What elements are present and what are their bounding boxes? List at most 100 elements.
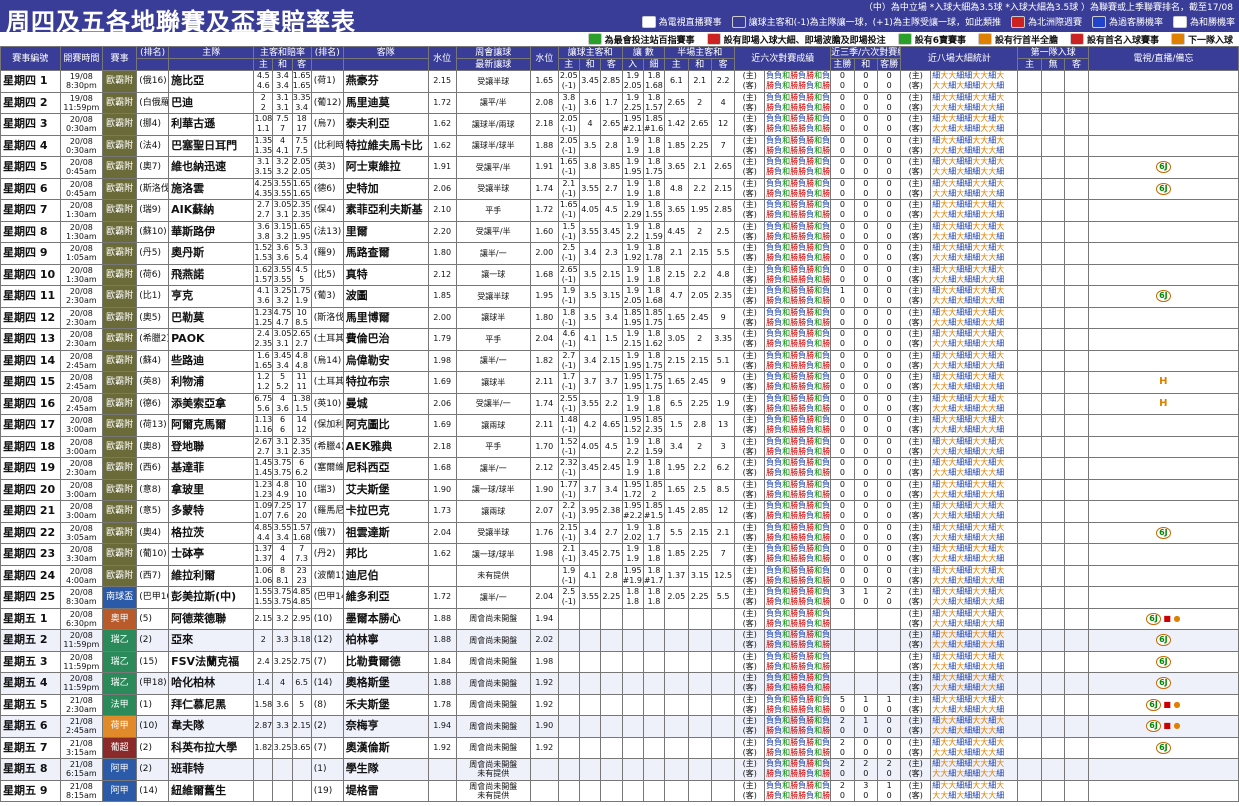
ou-form: 細大大細細大大細大 大大細大細細大大細 xyxy=(930,349,1019,372)
away-team: 特拉維夫馬卡比 xyxy=(342,134,429,157)
handicap: 周會尚未開盤 xyxy=(455,736,531,759)
match-no: 星期四 1 xyxy=(0,70,61,93)
ou-form: 細大大細細大大細大 大大細大細細大大細 xyxy=(930,91,1019,114)
away-rank: (塞爾維亞1) xyxy=(310,457,344,480)
ht-draw: 2.25 xyxy=(687,392,712,415)
ou-under: 1.8 1.8 xyxy=(642,177,666,200)
match-no: 星期四 20 xyxy=(0,478,61,501)
ht-draw: 2.05 xyxy=(687,285,712,308)
header-note: （中）為中立場 *入球大細為3.5球 *入球大細為3.5球 ）為聯賽或上季聯賽排… xyxy=(863,3,1233,13)
away-team: 波圖 xyxy=(342,285,429,308)
ou-side: (主) (客) xyxy=(900,672,932,695)
first-none xyxy=(1040,70,1066,93)
ou-under: 1.75 1.75 xyxy=(642,371,666,394)
first-none xyxy=(1040,629,1066,652)
first-away xyxy=(1064,543,1089,566)
recent-form: 負負和勝負勝和負負和勝勝負和勝勝負和勝負和負 xyxy=(764,134,832,157)
first-home xyxy=(1017,543,1042,566)
odds-draw: 66 xyxy=(272,414,293,437)
ou-form: 細大大細細大大細大 大大細大細細大大細 xyxy=(930,156,1019,179)
hx-home xyxy=(557,650,580,673)
ht-home xyxy=(664,629,689,652)
away-team: 奧漢倫斯 xyxy=(342,736,429,759)
recent-side: (主) (客) xyxy=(734,672,766,695)
odds-draw: 3.25 xyxy=(272,650,293,673)
stat-draw: 00 xyxy=(853,156,878,179)
ou-side: (主) (客) xyxy=(900,306,932,329)
away-rank: (保4) xyxy=(310,199,344,222)
ou-under: 1.85#1.59 xyxy=(642,500,666,523)
handicap: 讓半/一 xyxy=(455,586,531,609)
first-none xyxy=(1040,349,1066,372)
handicap: 受讓半/一 xyxy=(455,392,531,415)
ou-over: 1.9 2.2 xyxy=(621,220,644,243)
first-away xyxy=(1064,263,1089,286)
hx-home: 2.15 (-1) xyxy=(557,521,580,544)
legend-swatch-icon xyxy=(897,33,912,45)
hx-draw xyxy=(578,779,602,802)
first-home xyxy=(1017,779,1042,802)
recent-side: (主) (客) xyxy=(734,521,766,544)
away-team: AEK雅典 xyxy=(342,435,429,458)
home-rank: (西6) xyxy=(136,457,170,480)
ou-side: (主) (客) xyxy=(900,349,932,372)
ht-home xyxy=(664,672,689,695)
water-home xyxy=(427,564,457,587)
first-home xyxy=(1017,500,1042,523)
kickoff-time: 20/08 3:00am xyxy=(59,414,104,437)
home-rank: (俄16) xyxy=(136,70,170,93)
hx-away: 2.75 xyxy=(600,543,623,566)
home-team: 利華古遜 xyxy=(168,113,255,136)
first-home xyxy=(1017,457,1042,480)
live-icon: 6J xyxy=(1156,677,1171,690)
ht-home: 2.05 xyxy=(664,586,689,609)
hx-home: 1.48 (-1) xyxy=(557,414,580,437)
ou-side: (主) (客) xyxy=(900,758,932,781)
ht-draw xyxy=(687,779,712,802)
first-none xyxy=(1040,500,1066,523)
recent-side: (主) (客) xyxy=(734,285,766,308)
stat-home: 00 xyxy=(830,349,855,372)
table-row: 星期四 13 20/08 2:30am 歐霸附 (希臘2) PAOK 2.4 2.35 3.05… xyxy=(0,328,1239,351)
odds-draw: 3.6 3.6 xyxy=(272,242,293,265)
ou-side: (主) (客) xyxy=(900,629,932,652)
ht-away xyxy=(710,779,736,802)
home-rank: (奧4) xyxy=(136,521,170,544)
odds-home: 1.6 1.65 xyxy=(253,349,274,372)
home-rank: (奧8) xyxy=(136,435,170,458)
match-no: 星期四 10 xyxy=(0,263,61,286)
home-team: 施洛雲 xyxy=(168,177,255,200)
kickoff-time: 20/08 2:45am xyxy=(59,371,104,394)
hx-draw: 3.5 xyxy=(578,285,602,308)
water-away: 1.80 xyxy=(530,306,559,329)
first-home xyxy=(1017,328,1042,351)
recent-form: 負負和勝負勝和負負和勝勝負和勝勝負和勝負和負 xyxy=(764,414,832,437)
away-team: 泰夫利亞 xyxy=(342,113,429,136)
league-badge: 南球盃 xyxy=(102,586,138,609)
ou-form: 細大大細細大大細大 大大細大細細大大細 xyxy=(930,220,1019,243)
first-away xyxy=(1064,650,1089,673)
first-none xyxy=(1040,177,1066,200)
first-none xyxy=(1040,220,1066,243)
home-rank: (14) xyxy=(136,779,170,802)
ou-form: 細大大細細大大細大 大大細大細細大大細 xyxy=(930,672,1019,695)
stat-away: 10 xyxy=(876,779,902,802)
first-none xyxy=(1040,564,1066,587)
ou-under: 1.8 1.8 xyxy=(642,392,666,415)
ou-under: 1.8 1.7 xyxy=(642,521,666,544)
first-goal-icon: ● xyxy=(1173,699,1181,709)
kickoff-time: 20/08 3:00am xyxy=(59,478,104,501)
ht-away: 2.35 xyxy=(710,285,736,308)
table-row: 星期四 14 20/08 2:45am 歐霸附 (蘇4) 些路迪 1.6 1.65 3.45 3.… xyxy=(0,349,1239,372)
tv-cell: 6J xyxy=(1087,177,1239,200)
handicap: 讓一球 xyxy=(455,263,531,286)
water-away: 2.04 xyxy=(530,586,559,609)
first-away xyxy=(1064,457,1089,480)
ht-draw xyxy=(687,672,712,695)
home-rank: (荷6) xyxy=(136,263,170,286)
ou-under: 1.8 1.68 xyxy=(642,70,666,93)
stat-away: 00 xyxy=(876,478,902,501)
away-team: 禾夫斯堡 xyxy=(342,693,429,716)
odds-draw: 4.8 4.9 xyxy=(272,478,293,501)
league-badge: 歐霸附 xyxy=(102,521,138,544)
